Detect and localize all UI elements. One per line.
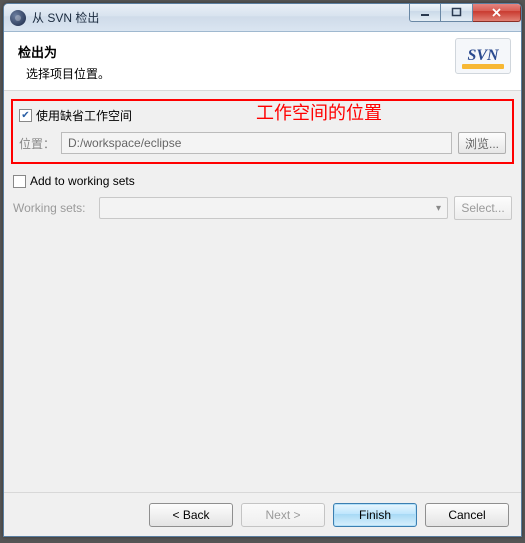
- page-title: 检出为: [18, 42, 110, 61]
- use-default-label: 使用缺省工作空间: [36, 107, 132, 124]
- use-default-row: ✔ 使用缺省工作空间: [19, 107, 506, 124]
- titlebar[interactable]: 从 SVN 检出: [4, 4, 521, 32]
- window-title: 从 SVN 检出: [32, 9, 409, 26]
- browse-label: 浏览...: [465, 135, 499, 152]
- location-row: 位置： D:/workspace/eclipse 浏览...: [19, 132, 506, 154]
- finish-button[interactable]: Finish: [333, 503, 417, 527]
- dialog-content: 工作空间的位置 ✔ 使用缺省工作空间 位置： D:/workspace/ecli…: [4, 91, 521, 492]
- location-input: D:/workspace/eclipse: [61, 132, 452, 154]
- location-label: 位置：: [19, 135, 55, 152]
- dialog-footer: < Back Next > Finish Cancel: [4, 492, 521, 536]
- select-working-sets-button: Select...: [454, 196, 512, 220]
- window-controls: [409, 4, 521, 31]
- cancel-button[interactable]: Cancel: [425, 503, 509, 527]
- svn-logo-icon: SVN: [455, 38, 511, 74]
- maximize-icon: [451, 7, 462, 18]
- add-working-sets-row: ✔ Add to working sets: [13, 174, 514, 188]
- next-button: Next >: [241, 503, 325, 527]
- minimize-icon: [420, 7, 431, 18]
- dialog-header: 检出为 选择项目位置。 SVN: [4, 32, 521, 91]
- workspace-section: 工作空间的位置 ✔ 使用缺省工作空间 位置： D:/workspace/ecli…: [11, 99, 514, 164]
- page-subtitle: 选择项目位置。: [26, 65, 110, 82]
- close-button[interactable]: [473, 3, 521, 22]
- browse-button: 浏览...: [458, 132, 506, 154]
- cancel-label: Cancel: [448, 508, 485, 522]
- next-label: Next >: [265, 508, 300, 522]
- close-icon: [491, 7, 502, 18]
- working-sets-combobox: ▾: [99, 197, 448, 219]
- back-button[interactable]: < Back: [149, 503, 233, 527]
- use-default-checkbox[interactable]: ✔: [19, 109, 32, 122]
- finish-label: Finish: [359, 508, 391, 522]
- select-label: Select...: [461, 201, 504, 215]
- app-icon: [10, 10, 26, 26]
- add-working-sets-label: Add to working sets: [30, 174, 135, 188]
- working-sets-row: Working sets: ▾ Select...: [13, 196, 512, 220]
- dialog-window: 从 SVN 检出 检出为 选择项目位置。 SVN 工作空间的位置 ✔ 使用缺省工…: [3, 3, 522, 537]
- chevron-down-icon: ▾: [436, 203, 441, 214]
- working-sets-label: Working sets:: [13, 201, 93, 215]
- minimize-button[interactable]: [409, 3, 441, 22]
- back-label: < Back: [172, 508, 209, 522]
- maximize-button[interactable]: [441, 3, 473, 22]
- add-working-sets-checkbox[interactable]: ✔: [13, 175, 26, 188]
- location-value: D:/workspace/eclipse: [68, 136, 181, 150]
